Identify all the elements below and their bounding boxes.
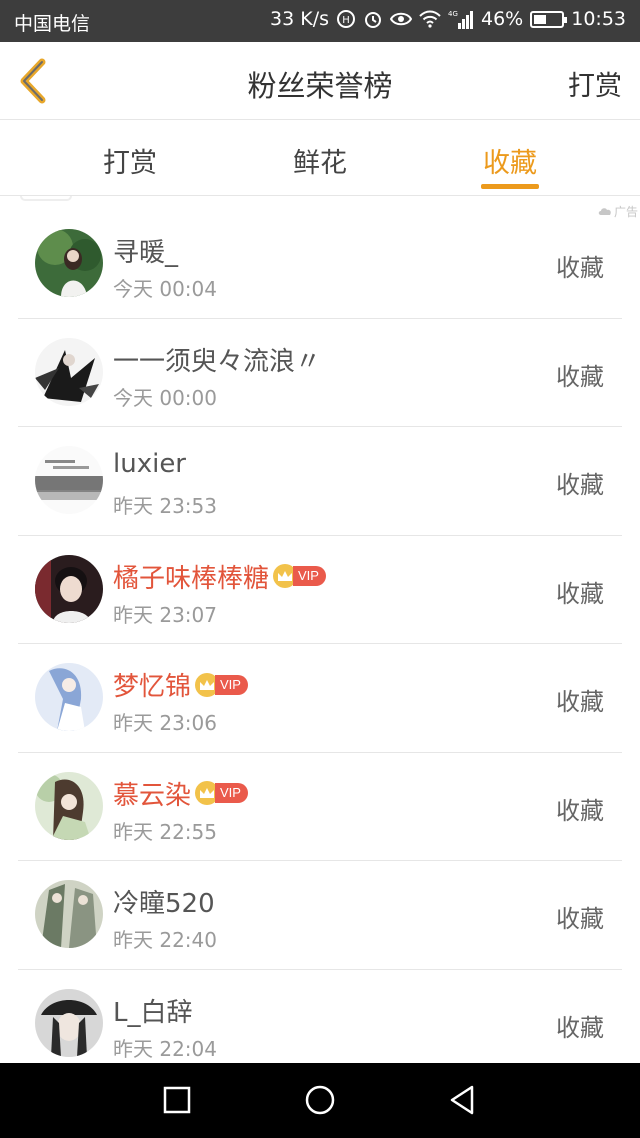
svg-text:4G: 4G bbox=[448, 10, 458, 18]
avatar bbox=[35, 771, 103, 840]
fan-action: 收藏 bbox=[556, 579, 604, 608]
clock: 10:53 bbox=[571, 8, 626, 30]
avatar bbox=[35, 337, 103, 406]
fan-name: luxier bbox=[113, 449, 186, 479]
avatar bbox=[35, 663, 103, 731]
status-bar: 中国电信 33 K/s H 4G 46% 10:53 bbox=[0, 0, 640, 42]
fan-action: 收藏 bbox=[556, 254, 604, 282]
tab-flowers[interactable]: 鲜花 bbox=[260, 141, 380, 180]
page-header: 粉丝荣誉榜 打赏 bbox=[0, 42, 640, 120]
list-item[interactable]: 冷瞳520 昨天 22:40 收藏 bbox=[18, 861, 622, 970]
signal-icon: 4G bbox=[448, 9, 474, 29]
recent-apps-button[interactable] bbox=[160, 1083, 194, 1117]
battery-percent: 46% bbox=[481, 8, 524, 30]
avatar bbox=[35, 554, 103, 623]
fan-time: 昨天 23:06 bbox=[113, 711, 217, 735]
avatar bbox=[35, 988, 103, 1057]
fan-name: 慕云染 bbox=[113, 780, 192, 811]
list-item[interactable]: L_白辞 昨天 22:04 收藏 bbox=[18, 970, 622, 1079]
fan-name: 寻暖_ bbox=[113, 238, 179, 268]
fan-action: 收藏 bbox=[556, 688, 604, 716]
avatar bbox=[35, 446, 103, 514]
network-speed: 33 K/s bbox=[270, 8, 329, 30]
fan-action: 收藏 bbox=[556, 905, 604, 933]
list-item[interactable]: 慕云染 VIP 昨天 22:55 收藏 bbox=[18, 753, 622, 861]
back-triangle-icon bbox=[450, 1085, 474, 1115]
page-title: 粉丝荣誉榜 bbox=[247, 69, 393, 103]
list-item[interactable]: luxier 昨天 23:53 收藏 bbox=[18, 427, 622, 536]
status-icons: 33 K/s H 4G 46% 10:53 bbox=[270, 8, 626, 30]
vip-label: VIP bbox=[293, 566, 326, 586]
vip-badge: VIP bbox=[195, 781, 248, 805]
recent-apps-icon bbox=[163, 1086, 191, 1114]
fan-time: 昨天 22:40 bbox=[113, 928, 217, 952]
hd-icon: H bbox=[336, 9, 356, 29]
fan-time: 昨天 22:55 bbox=[113, 819, 217, 844]
svg-text:H: H bbox=[342, 15, 350, 26]
battery-icon bbox=[530, 10, 568, 28]
carrier-label: 中国电信 bbox=[14, 13, 91, 35]
tab-favorites[interactable]: 收藏 bbox=[450, 141, 570, 180]
fan-name: 冷瞳520 bbox=[113, 889, 215, 919]
fan-time: 今天 00:04 bbox=[113, 277, 217, 301]
eye-icon bbox=[390, 11, 412, 27]
fan-name: 梦忆锦 bbox=[113, 672, 192, 702]
fan-name: 一一须臾々流浪〃 bbox=[113, 346, 322, 377]
vip-label: VIP bbox=[215, 674, 248, 695]
tab-bar: 打赏 鲜花 收藏 bbox=[0, 121, 640, 196]
fan-time: 昨天 23:07 bbox=[113, 602, 217, 627]
alarm-icon bbox=[363, 9, 383, 29]
home-button[interactable] bbox=[303, 1083, 337, 1117]
list-item[interactable]: 梦忆锦 VIP 昨天 23:06 收藏 bbox=[18, 644, 622, 753]
fan-time: 今天 00:00 bbox=[113, 385, 217, 410]
active-tab-indicator bbox=[481, 184, 539, 189]
vip-badge: VIP bbox=[273, 564, 326, 588]
avatar bbox=[35, 880, 103, 948]
fan-time: 昨天 22:04 bbox=[113, 1036, 217, 1061]
reward-button[interactable]: 打赏 bbox=[568, 64, 622, 103]
fan-action: 收藏 bbox=[556, 362, 604, 391]
fan-action: 收藏 bbox=[556, 1013, 604, 1042]
home-icon bbox=[305, 1085, 335, 1115]
fan-name: 橘子味棒棒糖 bbox=[113, 563, 270, 594]
list-item[interactable]: 一一须臾々流浪〃 今天 00:00 收藏 bbox=[18, 319, 622, 427]
vip-label: VIP bbox=[215, 783, 248, 803]
list-item[interactable]: 橘子味棒棒糖 VIP 昨天 23:07 收藏 bbox=[18, 536, 622, 644]
fan-time: 昨天 23:53 bbox=[113, 494, 217, 518]
ad-banner-edge bbox=[20, 196, 72, 201]
list-item[interactable]: 寻暖_ 今天 00:04 收藏 bbox=[18, 210, 622, 319]
vip-badge: VIP bbox=[195, 672, 248, 697]
tab-reward[interactable]: 打赏 bbox=[70, 141, 190, 180]
fan-list: 寻暖_ 今天 00:04 收藏 一一须臾々流浪〃 今天 00:00 收藏 lux… bbox=[18, 210, 622, 1078]
system-back-button[interactable] bbox=[446, 1083, 480, 1117]
fan-name: L_白辞 bbox=[113, 997, 193, 1028]
wifi-icon bbox=[419, 10, 441, 28]
avatar bbox=[35, 229, 103, 297]
system-nav-bar bbox=[0, 1063, 640, 1138]
fan-action: 收藏 bbox=[556, 796, 604, 825]
fan-action: 收藏 bbox=[556, 471, 604, 499]
